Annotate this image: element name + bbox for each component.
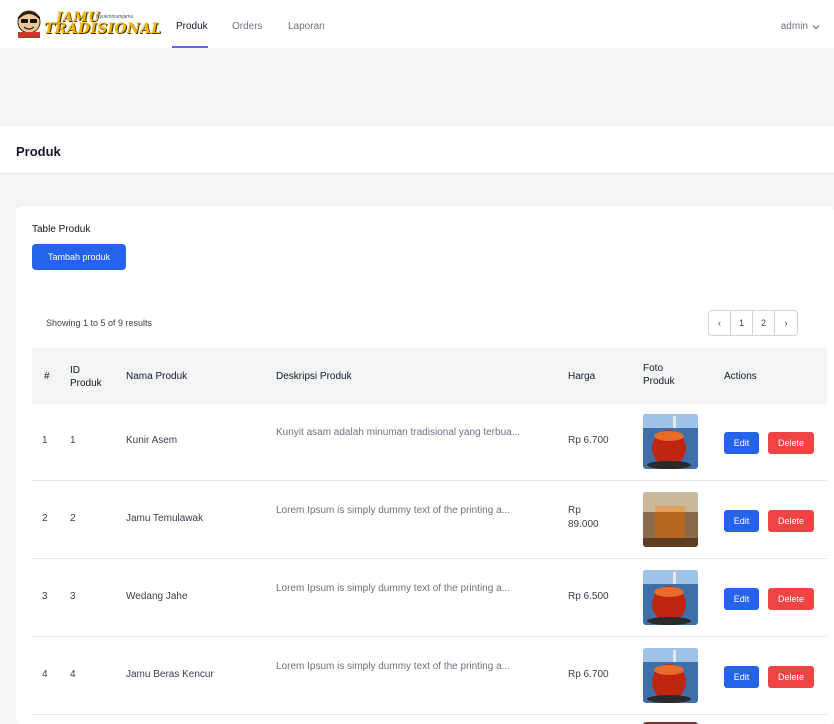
row-id: 4 (70, 669, 76, 680)
pagination: ‹ 1 2 › (708, 310, 798, 336)
row-number: 1 (42, 435, 48, 446)
row-name: Jamu Temulawak (126, 513, 204, 524)
add-product-button[interactable]: Tambah produk (32, 244, 126, 270)
row-price: Rp 89.000 (568, 505, 599, 530)
table-row: 1 1 Kunir Asem Kunyit asam adalah minuma… (32, 404, 827, 481)
row-id: 1 (70, 435, 76, 446)
row-id: 3 (70, 591, 76, 602)
drink-glass-icon (643, 648, 698, 703)
row-name: Jamu Beras Kencur (126, 669, 214, 680)
header-actions: Actions (724, 371, 757, 382)
row-price: Rp 6.700 (568, 435, 609, 446)
row-number: 2 (42, 513, 48, 524)
nav-orders[interactable]: Orders (232, 21, 263, 32)
drink-glass-icon (643, 414, 698, 469)
top-navbar: JAMU Nyukminumjamu TRADISIONAL Produk Or… (0, 0, 834, 48)
brand-logo[interactable]: JAMU Nyukminumjamu TRADISIONAL (16, 10, 161, 38)
row-description: Lorem Ipsum is simply dummy text of the … (276, 505, 510, 516)
row-name: Kunir Asem (126, 435, 178, 446)
product-photo (643, 648, 698, 703)
row-name: Wedang Jahe (126, 591, 188, 602)
active-nav-indicator (172, 46, 208, 48)
product-photo (643, 492, 698, 547)
pagination-page-2[interactable]: 2 (753, 311, 775, 335)
results-summary: Showing 1 to 5 of 9 results (46, 318, 153, 328)
nav-laporan[interactable]: Laporan (288, 21, 325, 32)
pagination-next-button[interactable]: › (775, 311, 797, 335)
header-number: # (44, 371, 50, 382)
chevron-down-icon (812, 24, 820, 29)
user-name: admin (780, 21, 808, 32)
header-photo: Foto Produk (643, 363, 675, 387)
header-name: Nama Produk (126, 371, 188, 382)
logo-tagline: Nyukminumjamu (96, 14, 134, 20)
table-title: Table Produk (32, 224, 91, 235)
row-id: 2 (70, 513, 76, 524)
drink-glass-icon (643, 570, 698, 625)
table-row: 3 3 Wedang Jahe Lorem Ipsum is simply du… (32, 560, 827, 637)
row-number: 3 (42, 591, 48, 602)
pagination-page-1[interactable]: 1 (731, 311, 753, 335)
delete-button[interactable]: Delete (768, 666, 814, 688)
page-header: Produk (0, 126, 834, 174)
edit-button[interactable]: Edit (724, 432, 759, 454)
logo-text-tradisional: TRADISIONAL (44, 21, 162, 37)
row-description: Kunyit asam adalah minuman tradisional y… (276, 427, 521, 438)
row-price: Rp 6.500 (568, 591, 609, 602)
row-description: Lorem Ipsum is simply dummy text of the … (276, 583, 510, 594)
header-description: Deskripsi Produk (276, 371, 352, 382)
edit-button[interactable]: Edit (724, 510, 759, 532)
row-description: Lorem Ipsum is simply dummy text of the … (276, 661, 510, 672)
logo-mascot-icon (17, 10, 41, 38)
page-title: Produk (16, 144, 61, 159)
pagination-prev-button[interactable]: ‹ (709, 311, 731, 335)
table-header: # ID Produk Nama Produk Deskripsi Produk… (32, 348, 827, 404)
header-id: ID Produk (70, 365, 102, 389)
product-photo (643, 570, 698, 625)
table-row: 4 4 Jamu Beras Kencur Lorem Ipsum is sim… (32, 638, 827, 715)
delete-button[interactable]: Delete (768, 510, 814, 532)
product-card: Table Produk Tambah produk Showing 1 to … (16, 206, 834, 724)
row-number: 4 (42, 669, 48, 680)
drink-glass-icon (643, 492, 698, 547)
nav-produk[interactable]: Produk (176, 21, 208, 32)
product-photo (643, 414, 698, 469)
delete-button[interactable]: Delete (768, 432, 814, 454)
header-price: Harga (568, 371, 596, 382)
table-row (32, 716, 827, 724)
table-row: 2 2 Jamu Temulawak Lorem Ipsum is simply… (32, 482, 827, 559)
user-menu[interactable]: admin (781, 21, 820, 32)
delete-button[interactable]: Delete (768, 588, 814, 610)
edit-button[interactable]: Edit (724, 588, 759, 610)
row-price: Rp 6.700 (568, 669, 609, 680)
edit-button[interactable]: Edit (724, 666, 759, 688)
